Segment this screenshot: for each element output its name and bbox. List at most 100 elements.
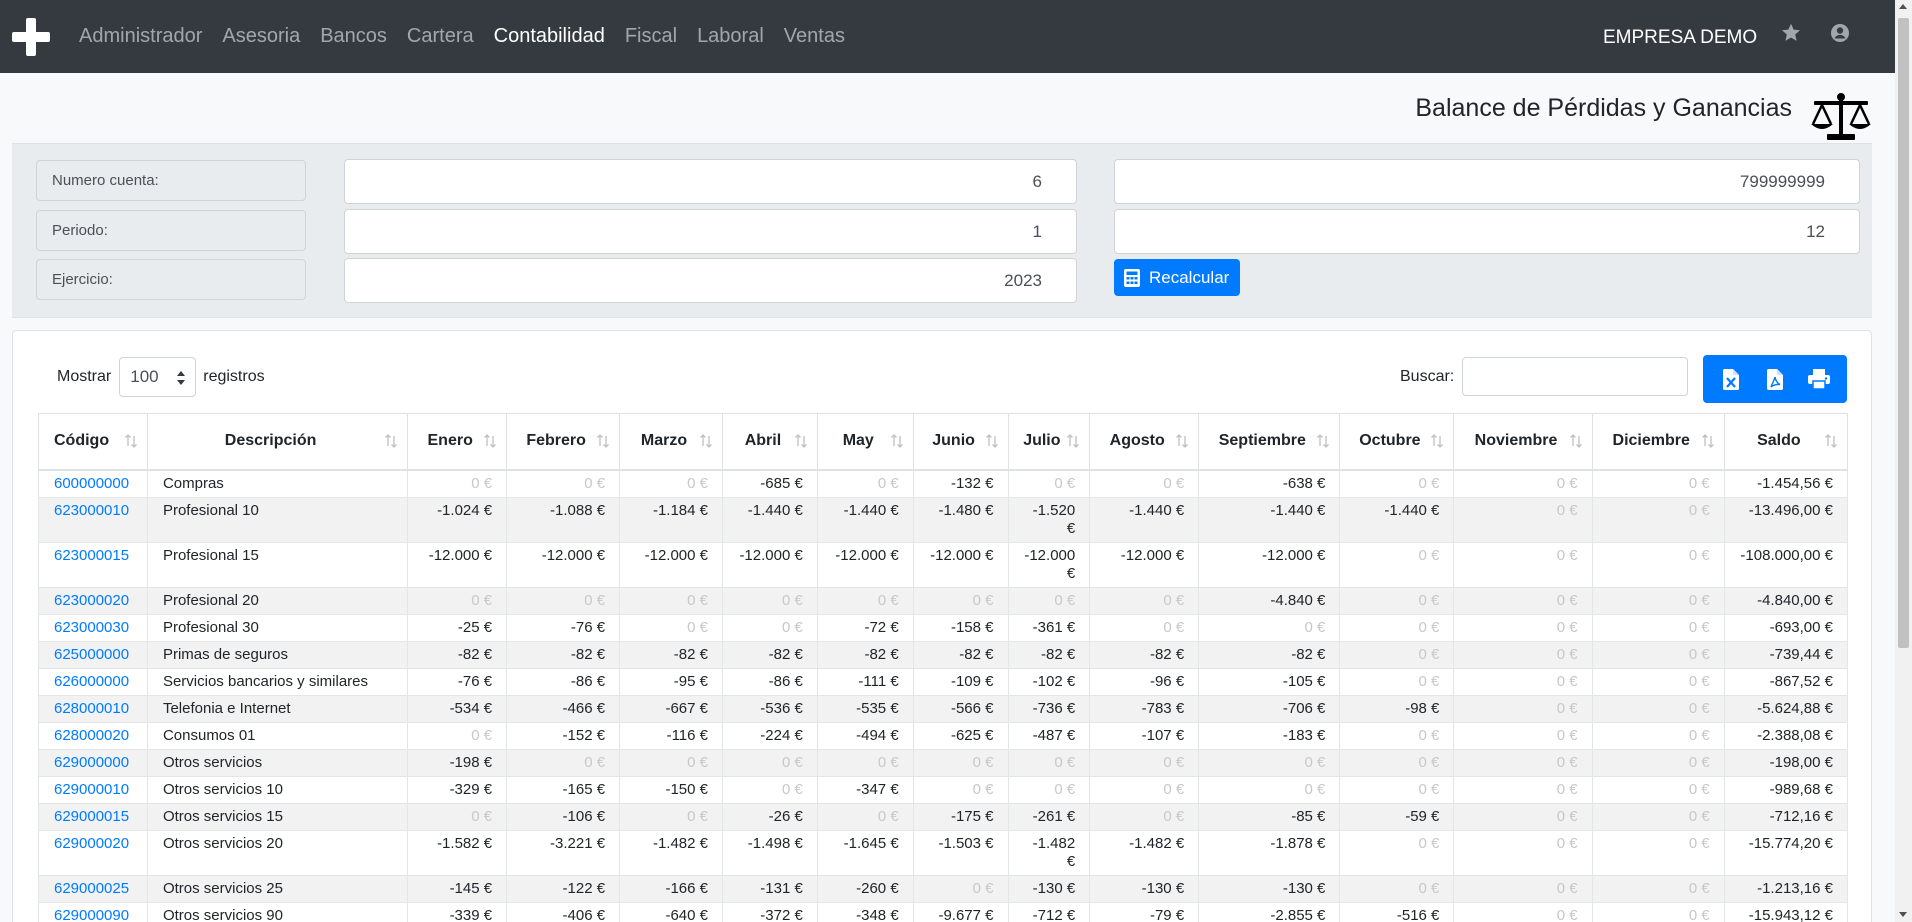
sort-arrows-icon[interactable] [1317, 434, 1330, 448]
column-header-label: Enero [427, 432, 473, 450]
table-row[interactable]: 628000010 Telefonia e Internet -534 € -466 … [38, 694, 1849, 723]
table-row[interactable]: 629000010 Otros servicios 10 -329 € -165 € -… [38, 775, 1849, 804]
sort-arrows-icon[interactable] [597, 434, 610, 448]
column-header[interactable]: Noviembre [1453, 413, 1593, 471]
column-header[interactable]: Abril [722, 413, 818, 471]
table-row[interactable]: 629000015 Otros servicios 15 0 € -106 €0 € -… [38, 802, 1849, 831]
export-pdf-button[interactable] [1764, 367, 1786, 391]
nav-item-administrador[interactable]: Administrador [79, 25, 202, 48]
column-header[interactable]: Septiembre [1198, 413, 1341, 471]
company-name[interactable]: EMPRESA DEMO [1603, 27, 1757, 49]
period-to-input[interactable]: 12 [1114, 209, 1860, 254]
table-row[interactable]: 600000000 Compras 0 €0 €0 € -685 €0 € -132 €… [38, 469, 1849, 498]
sort-arrows-icon[interactable] [1825, 434, 1837, 448]
scroll-up-arrow-icon[interactable] [1899, 4, 1907, 9]
table-row[interactable]: 623000020 Profesional 20 0 €0 €0 €0 €0 €0 … [38, 586, 1849, 615]
column-header[interactable]: Julio [1007, 413, 1091, 471]
table-row[interactable]: 623000030 Profesional 30 -25 € -76 €0 €0 € -… [38, 613, 1849, 642]
sort-arrows-icon[interactable] [794, 434, 807, 448]
scroll-down-arrow-icon[interactable] [1899, 912, 1907, 917]
column-header[interactable]: Agosto [1089, 413, 1200, 471]
user-circle-icon[interactable] [1830, 23, 1850, 43]
account-to-input[interactable]: 799999999 [1114, 159, 1860, 204]
print-button[interactable] [1808, 367, 1830, 391]
page-length-select[interactable]: 100 [119, 357, 197, 397]
nav-item-fiscal[interactable]: Fiscal [625, 25, 677, 48]
month-value-cell: 0 € [1198, 775, 1341, 804]
recalculate-button[interactable]: Recalcular [1114, 259, 1240, 296]
account-code-link[interactable]: 626000000 [38, 667, 148, 696]
sort-arrows-icon[interactable] [700, 434, 712, 448]
column-header[interactable]: Enero [407, 413, 508, 471]
nav-item-asesoria[interactable]: Asesoria [222, 25, 300, 48]
month-value-cell: 0 € [1591, 802, 1725, 831]
table-row[interactable]: 628000020 Consumos 01 0 € -152 € -116 € -224 … [38, 721, 1849, 750]
export-excel-button[interactable] [1720, 367, 1742, 391]
sort-arrows-icon[interactable] [1067, 434, 1080, 448]
account-from-input[interactable]: 6 [344, 159, 1077, 204]
column-header[interactable]: Saldo [1723, 413, 1849, 471]
account-code-link[interactable]: 625000000 [38, 640, 148, 669]
column-header[interactable]: Octubre [1339, 413, 1455, 471]
fiscal-year-input[interactable]: 2023 [344, 258, 1077, 303]
table-row[interactable]: 629000025 Otros servicios 25 -145 € -122 € -… [38, 874, 1849, 903]
column-header[interactable]: Febrero [506, 413, 621, 471]
month-value-cell: -106 € [506, 802, 621, 831]
sort-arrows-icon[interactable] [1176, 434, 1189, 448]
column-header[interactable]: Junio [912, 413, 1009, 471]
nav-item-bancos[interactable]: Bancos [320, 25, 387, 48]
sort-arrows-icon[interactable] [1569, 434, 1582, 448]
month-value-cell: -736 € [1007, 694, 1091, 723]
nav-item-cartera[interactable]: Cartera [407, 25, 474, 48]
table-row[interactable]: 623000015 Profesional 15 -12.000 € -12.000 … [38, 541, 1849, 588]
sort-arrows-icon[interactable] [124, 434, 137, 448]
nav-item-laboral[interactable]: Laboral [697, 25, 764, 48]
fiscal-year-label: Ejercicio: [36, 259, 306, 300]
search-input[interactable] [1462, 357, 1689, 396]
sort-arrows-icon[interactable] [1431, 434, 1444, 448]
account-code-link[interactable]: 629000000 [38, 748, 148, 777]
nav-item-ventas[interactable]: Ventas [784, 25, 845, 48]
account-code-link[interactable]: 629000090 [38, 901, 148, 922]
account-code-link[interactable]: 629000015 [38, 802, 148, 831]
star-icon[interactable] [1780, 22, 1802, 44]
table-row[interactable]: 626000000 Servicios bancarios y similares… [38, 667, 1849, 696]
month-value-cell: 0 € [1339, 748, 1455, 777]
account-code-link[interactable]: 623000020 [38, 586, 148, 615]
month-value-cell: -1.520 € [1007, 496, 1091, 543]
table-row[interactable]: 625000000 Primas de seguros -82 € -82 € -82 … [38, 640, 1849, 669]
table-row[interactable]: 629000000 Otros servicios -198 €0 €0 €0 €0… [38, 748, 1849, 777]
account-code-link[interactable]: 628000020 [38, 721, 148, 750]
balance-cell: -15.943,12 € [1723, 901, 1849, 922]
column-header[interactable]: Marzo [619, 413, 723, 471]
plus-logo-icon[interactable] [12, 18, 50, 56]
account-code-link[interactable]: 623000015 [38, 541, 148, 588]
month-value-cell: 0 € [619, 469, 723, 498]
account-code-link[interactable]: 623000030 [38, 613, 148, 642]
column-header[interactable]: May [816, 413, 914, 471]
account-code-link[interactable]: 623000010 [38, 496, 148, 543]
month-value-cell: 0 € [407, 586, 508, 615]
account-code-link[interactable]: 600000000 [38, 469, 148, 498]
scroll-thumb[interactable] [1898, 18, 1909, 648]
month-value-cell: 0 € [1339, 613, 1455, 642]
table-row[interactable]: 623000010 Profesional 10 -1.024 € -1.088 € -… [38, 496, 1849, 543]
sort-arrows-icon[interactable] [484, 434, 497, 448]
sort-arrows-icon[interactable] [385, 434, 398, 448]
column-header[interactable]: Código [38, 413, 148, 471]
account-code-link[interactable]: 629000025 [38, 874, 148, 903]
sort-arrows-icon[interactable] [890, 434, 903, 448]
period-from-input[interactable]: 1 [344, 209, 1077, 254]
sort-arrows-icon[interactable] [985, 434, 998, 448]
table-row[interactable]: 629000020 Otros servicios 20 -1.582 € -3.22… [38, 829, 1849, 876]
sort-arrows-icon[interactable] [1701, 434, 1714, 448]
page-scrollbar[interactable] [1895, 0, 1912, 922]
column-header[interactable]: Diciembre [1591, 413, 1725, 471]
table-row[interactable]: 629000090 Otros servicios 90 -339 € -406 € -… [38, 901, 1849, 922]
nav-item-contabilidad[interactable]: Contabilidad [494, 25, 605, 48]
account-code-link[interactable]: 628000010 [38, 694, 148, 723]
account-code-link[interactable]: 629000020 [38, 829, 148, 876]
month-value-cell: 0 € [1591, 667, 1725, 696]
account-code-link[interactable]: 629000010 [38, 775, 148, 804]
column-header[interactable]: Descripción [146, 413, 409, 471]
